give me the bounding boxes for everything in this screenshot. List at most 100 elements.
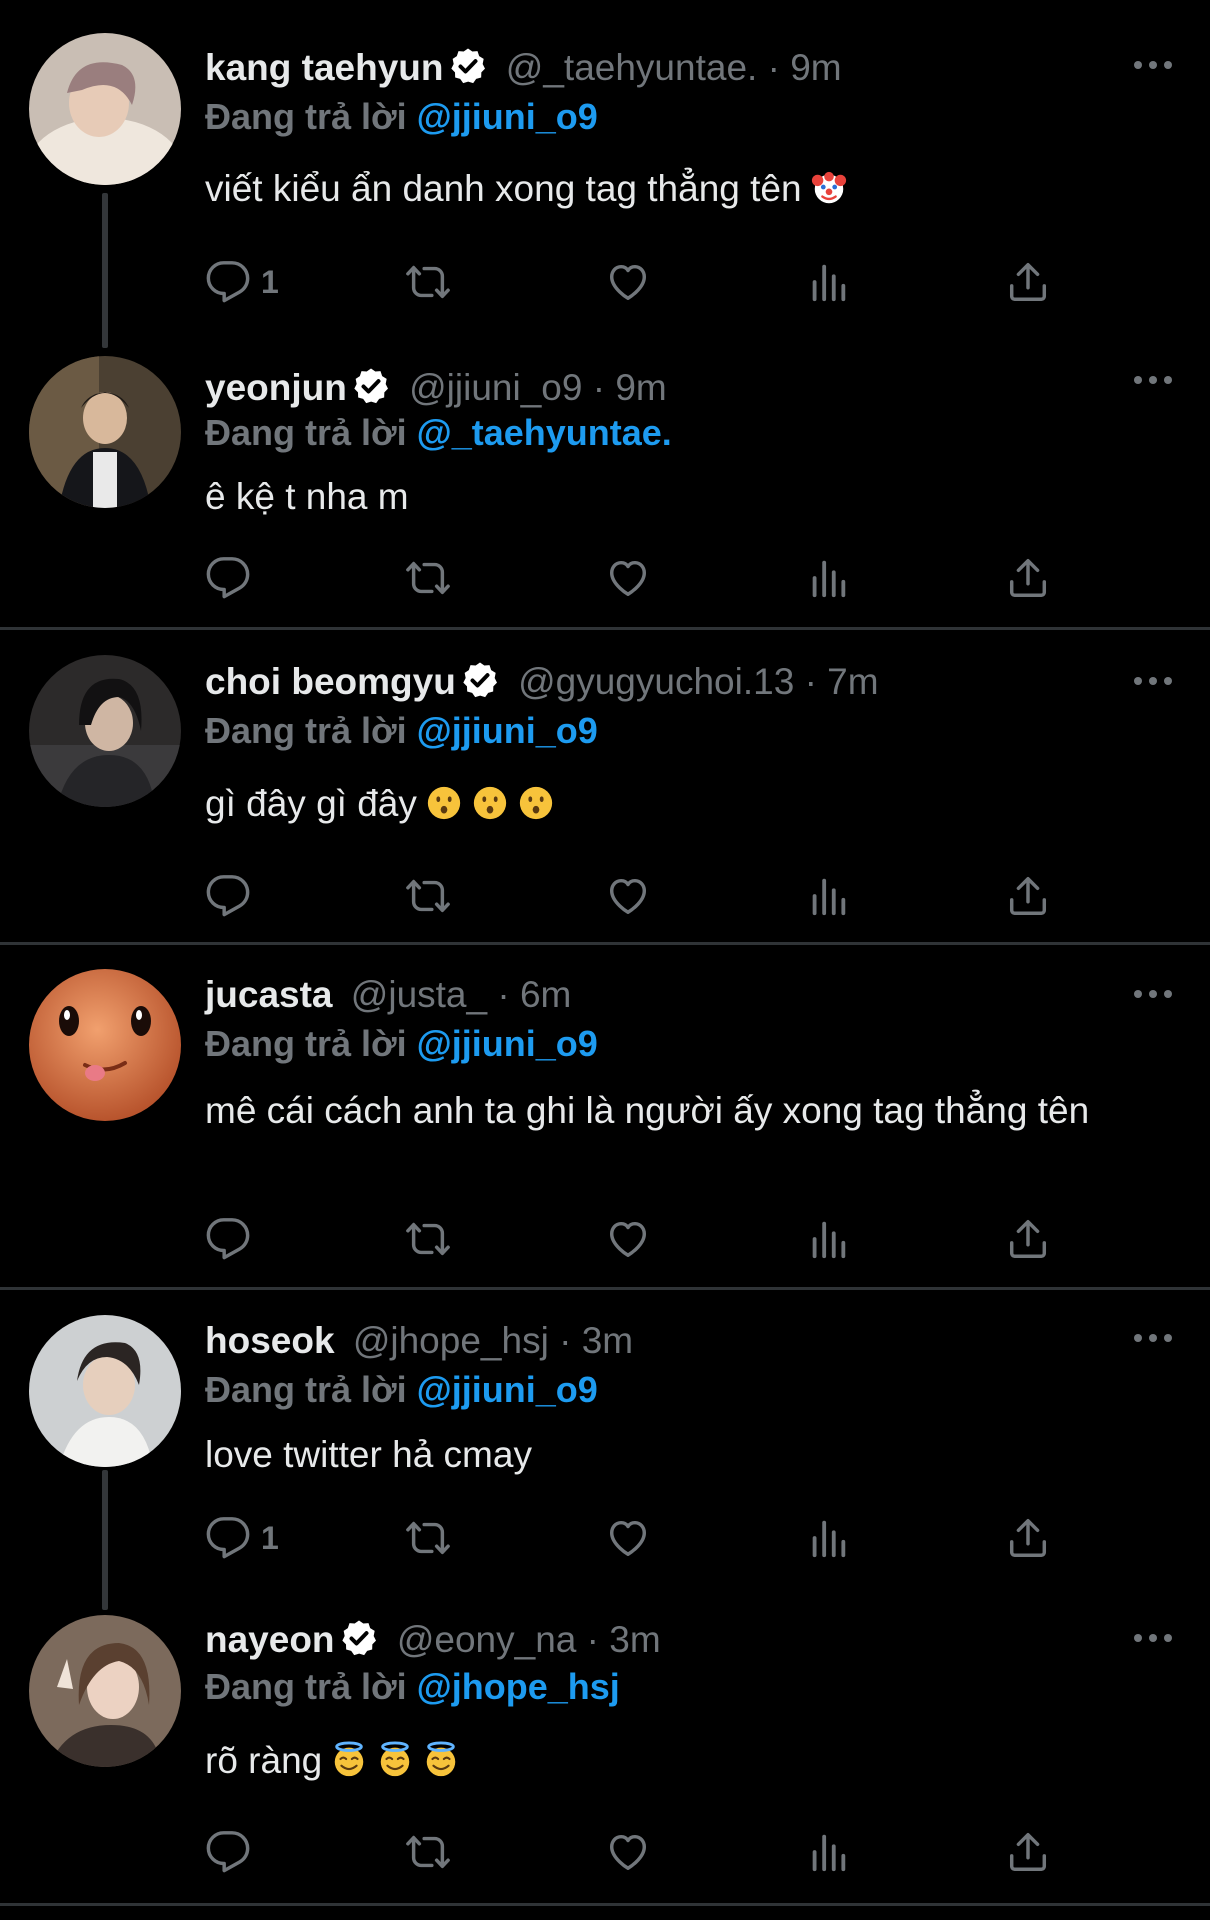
replying-to: Đang trả lời @jjiuni_o9 xyxy=(205,94,598,140)
mention-link[interactable]: @jjiuni_o9 xyxy=(417,1023,598,1064)
avatar[interactable] xyxy=(29,33,181,185)
share-icon xyxy=(1005,555,1051,601)
tweet-card[interactable]: nayeon @eony_na · 3m Đang trả lời @jhope_… xyxy=(0,1600,1210,1900)
share-button[interactable] xyxy=(1005,258,1051,306)
avatar[interactable] xyxy=(29,356,181,508)
username[interactable]: @jhope_hsj xyxy=(353,1320,549,1361)
tweet-actions xyxy=(205,1215,1085,1263)
tweet-text-content: ê kệ t nha m xyxy=(205,476,409,517)
avatar[interactable] xyxy=(29,969,181,1121)
reply-button[interactable] xyxy=(205,1828,251,1876)
tweet-card[interactable]: hoseok @jhope_hsj · 3m Đang trả lời @jjiu… xyxy=(0,1290,1210,1610)
timestamp[interactable]: 9m xyxy=(790,47,841,88)
retweet-icon xyxy=(405,1829,451,1875)
display-name[interactable]: choi beomgyu xyxy=(205,661,456,702)
share-icon xyxy=(1005,1829,1051,1875)
display-name[interactable]: nayeon xyxy=(205,1619,335,1660)
like-button[interactable] xyxy=(605,554,651,602)
clown-face-emoji xyxy=(810,169,848,207)
share-button[interactable] xyxy=(1005,1215,1051,1263)
retweet-button[interactable] xyxy=(405,554,451,602)
share-button[interactable] xyxy=(1005,1514,1051,1562)
username[interactable]: @gyugyuchoi.13 xyxy=(518,661,794,702)
replying-to: Đang trả lời @jjiuni_o9 xyxy=(205,1367,598,1413)
more-icon[interactable] xyxy=(1134,986,1174,1002)
reply-button[interactable] xyxy=(205,872,251,920)
tweet-card[interactable]: yeonjun @jjiuni_o9 · 9m Đang trả lời @_ta… xyxy=(0,340,1210,628)
more-icon[interactable] xyxy=(1134,1630,1174,1646)
timestamp[interactable]: 9m xyxy=(615,367,666,408)
reply-count: 1 xyxy=(261,1519,279,1556)
retweet-icon xyxy=(405,873,451,919)
reply-button[interactable]: 1 xyxy=(205,1514,279,1562)
share-button[interactable] xyxy=(1005,872,1051,920)
display-name[interactable]: yeonjun xyxy=(205,367,347,408)
username[interactable]: @_taehyuntae. xyxy=(506,47,758,88)
replying-label: Đang trả lời xyxy=(205,710,407,751)
timestamp[interactable]: 6m xyxy=(520,974,571,1015)
like-button[interactable] xyxy=(605,1215,651,1263)
username[interactable]: @jjiuni_o9 xyxy=(409,367,582,408)
more-icon[interactable] xyxy=(1134,673,1174,689)
mention-link[interactable]: @jhope_hsj xyxy=(417,1666,620,1707)
avatar[interactable] xyxy=(29,1615,181,1767)
replying-to: Đang trả lời @jjiuni_o9 xyxy=(205,1021,598,1067)
views-button[interactable] xyxy=(805,258,851,306)
views-icon xyxy=(805,873,851,919)
views-button[interactable] xyxy=(805,1514,851,1562)
share-button[interactable] xyxy=(1005,1828,1051,1876)
like-button[interactable] xyxy=(605,1514,651,1562)
like-button[interactable] xyxy=(605,1828,651,1876)
tweet-card[interactable]: jucasta @justa_ · 6m Đang trả lời @jjiuni… xyxy=(0,945,1210,1287)
avatar[interactable] xyxy=(29,655,181,807)
retweet-button[interactable] xyxy=(405,1215,451,1263)
username[interactable]: @justa_ xyxy=(351,974,487,1015)
replying-label: Đang trả lời xyxy=(205,1369,407,1410)
display-name[interactable]: hoseok xyxy=(205,1320,335,1361)
heart-icon xyxy=(605,1515,651,1561)
views-icon xyxy=(805,1829,851,1875)
retweet-button[interactable] xyxy=(405,872,451,920)
tweet-header: jucasta @justa_ · 6m xyxy=(205,971,1090,1019)
tweet-header: nayeon @eony_na · 3m xyxy=(205,1616,1090,1664)
views-button[interactable] xyxy=(805,554,851,602)
reply-button[interactable] xyxy=(205,1215,251,1263)
retweet-button[interactable] xyxy=(405,1514,451,1562)
timestamp[interactable]: 3m xyxy=(609,1619,660,1660)
mention-link[interactable]: @jjiuni_o9 xyxy=(417,1369,598,1410)
retweet-button[interactable] xyxy=(405,258,451,306)
more-icon[interactable] xyxy=(1134,57,1174,73)
more-icon[interactable] xyxy=(1134,1330,1174,1346)
views-button[interactable] xyxy=(805,1828,851,1876)
views-button[interactable] xyxy=(805,1215,851,1263)
more-icon[interactable] xyxy=(1134,372,1174,388)
tweet-card[interactable]: kang taehyun @_taehyuntae. · 9m Đang trả… xyxy=(0,0,1210,348)
username[interactable]: @eony_na xyxy=(397,1619,577,1660)
mention-link[interactable]: @jjiuni_o9 xyxy=(417,96,598,137)
verified-badge-icon xyxy=(351,366,391,406)
tweet-header: yeonjun @jjiuni_o9 · 9m xyxy=(205,364,1090,412)
smiling-face-with-halo-emoji xyxy=(376,1741,414,1779)
tweet-card[interactable]: choi beomgyu @gyugyuchoi.13 · 7m Đang tr… xyxy=(0,630,1210,942)
like-button[interactable] xyxy=(605,872,651,920)
like-button[interactable] xyxy=(605,258,651,306)
retweet-button[interactable] xyxy=(405,1828,451,1876)
display-name[interactable]: jucasta xyxy=(205,974,333,1015)
retweet-icon xyxy=(405,259,451,305)
mention-link[interactable]: @_taehyuntae. xyxy=(417,412,672,453)
tweet-text-content: mê cái cách anh ta ghi là người ấy xong … xyxy=(205,1090,1090,1131)
share-icon xyxy=(1005,259,1051,305)
timestamp[interactable]: 7m xyxy=(827,661,878,702)
reply-button[interactable] xyxy=(205,554,251,602)
timestamp[interactable]: 3m xyxy=(582,1320,633,1361)
views-button[interactable] xyxy=(805,872,851,920)
display-name[interactable]: kang taehyun xyxy=(205,47,444,88)
share-button[interactable] xyxy=(1005,554,1051,602)
reply-icon xyxy=(205,259,251,305)
replying-to: Đang trả lời @jjiuni_o9 xyxy=(205,708,598,754)
avatar[interactable] xyxy=(29,1315,181,1467)
replying-to: Đang trả lời @jhope_hsj xyxy=(205,1664,620,1710)
share-icon xyxy=(1005,873,1051,919)
mention-link[interactable]: @jjiuni_o9 xyxy=(417,710,598,751)
reply-button[interactable]: 1 xyxy=(205,258,279,306)
